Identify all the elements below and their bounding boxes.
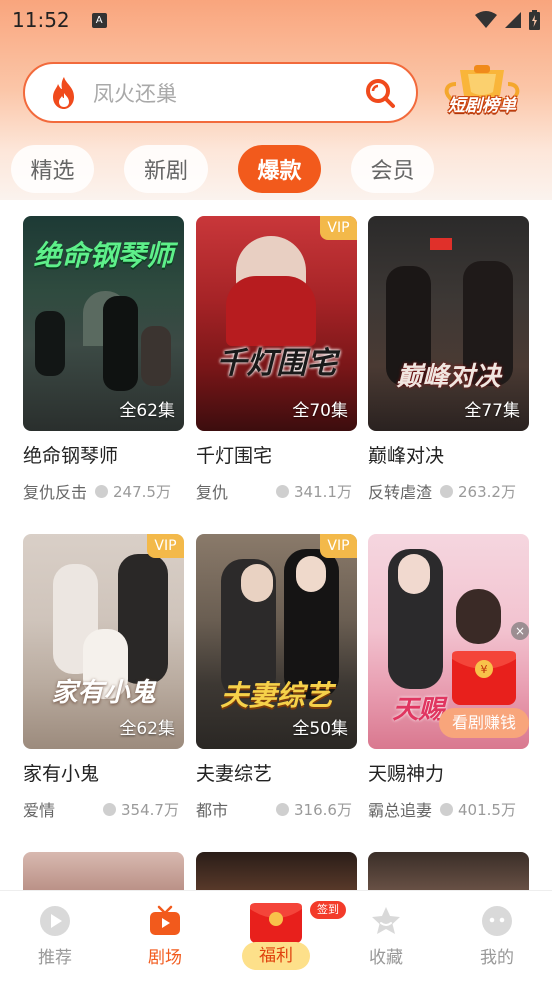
drama-meta: 复仇反击 247.5万 [23,479,184,503]
episode-count: 全77集 [464,401,520,421]
poster-title: 家有小鬼 [51,678,156,708]
nav-item-recommend[interactable]: 推荐 [20,905,90,968]
poster-title: 夫妻综艺 [220,679,333,712]
tab-member[interactable]: 会员 [351,145,434,193]
view-count: 401.5万 [440,799,516,820]
drama-poster[interactable]: 夫妻综艺 VIP 全50集 [196,534,357,749]
view-count: 247.5万 [95,481,171,502]
drama-poster[interactable]: 家有小鬼 VIP 全62集 [23,534,184,749]
drama-title[interactable]: 夫妻综艺 [196,759,357,785]
drama-poster[interactable]: 绝命钢琴师 全62集 [23,216,184,431]
drama-card[interactable]: 家有小鬼 VIP 全62集 家有小鬼 爱情 354.7万 [23,534,184,821]
svg-text:¥: ¥ [481,663,488,676]
profile-icon [482,906,512,936]
view-count-value: 263.2万 [458,482,516,501]
nav-item-theater[interactable]: 剧场 [130,905,200,968]
drama-title[interactable]: 巅峰对决 [368,441,529,467]
drama-tag: 复仇 [196,483,229,502]
battery-icon [529,10,540,30]
status-icons [475,10,540,30]
episode-count: 全62集 [119,401,175,421]
nav-label: 我的 [480,948,514,968]
drama-poster-partial[interactable] [23,852,184,892]
poster-title: 千灯围宅 [216,346,337,381]
vip-badge: VIP [320,534,357,558]
vip-badge: VIP [320,216,357,240]
search-icon[interactable] [364,77,396,109]
tab-hot[interactable]: 爆款 [238,145,321,193]
star-icon [372,907,400,934]
status-bar: 11:52 A [0,0,552,40]
nav-label: 收藏 [369,948,403,968]
drama-card[interactable]: 千灯围宅 VIP 全70集 千灯围宅 复仇 341.1万 [196,216,357,503]
drama-tag: 复仇反击 [23,483,88,502]
poster-title: 绝命钢琴师 [33,239,174,272]
drama-meta: 都市 316.6万 [196,797,357,821]
tab-featured[interactable]: 精选 [11,145,94,193]
red-packet-icon[interactable]: ¥ [450,645,518,707]
status-time: 11:52 [12,8,70,32]
watch-earn-button[interactable]: 看剧赚钱 [439,708,529,738]
episode-count: 全62集 [119,719,175,739]
play-count-icon [276,484,290,498]
notification-a-icon: A [91,12,107,28]
play-count-icon [276,802,290,816]
view-count: 354.7万 [103,799,179,820]
search-input[interactable]: 凤火还巢 [93,78,364,108]
drama-tag: 爱情 [23,801,56,820]
episode-count: 全50集 [292,719,348,739]
play-icon [40,906,70,936]
drama-tag: 反转虐渣 [368,483,433,502]
nav-item-welfare[interactable]: 福利 [242,942,310,970]
drama-meta: 复仇 341.1万 [196,479,357,503]
vip-badge: VIP [147,534,184,558]
poster-title: 巅峰对决 [396,362,501,392]
view-count: 263.2万 [440,481,516,502]
gift-packet-icon[interactable] [248,899,304,945]
drama-tag: 霸总追妻 [368,801,433,820]
nav-label: 推荐 [38,948,72,968]
drama-title[interactable]: 家有小鬼 [23,759,184,785]
close-icon[interactable]: × [511,622,529,640]
view-count-value: 316.6万 [294,800,352,819]
tab-new[interactable]: 新剧 [124,145,208,193]
drama-card[interactable]: 夫妻综艺 VIP 全50集 夫妻综艺 都市 316.6万 [196,534,357,821]
wifi-icon [475,11,497,28]
drama-meta: 反转虐渣 263.2万 [368,479,529,503]
drama-card[interactable]: 绝命钢琴师 全62集 绝命钢琴师 复仇反击 247.5万 [23,216,184,503]
view-count-value: 354.7万 [121,800,179,819]
drama-meta: 霸总追妻 401.5万 [368,797,529,821]
view-count: 316.6万 [276,799,352,820]
drama-title[interactable]: 绝命钢琴师 [23,441,184,467]
fire-icon [53,76,74,109]
play-count-icon [440,802,454,816]
drama-tag: 都市 [196,801,229,820]
view-count-value: 341.1万 [294,482,352,501]
drama-card[interactable]: 巅峰对决 全77集 巅峰对决 反转虐渣 263.2万 [368,216,529,503]
episode-count: 全70集 [292,401,348,421]
view-count-value: 401.5万 [458,800,516,819]
drama-poster-partial[interactable] [368,852,529,892]
drama-poster-partial[interactable] [196,852,357,892]
play-count-icon [440,484,454,498]
drama-meta: 爱情 354.7万 [23,797,184,821]
play-count-icon [95,484,109,498]
drama-title[interactable]: 千灯围宅 [196,441,357,467]
view-count: 341.1万 [276,481,352,502]
nav-item-profile[interactable]: 我的 [462,905,532,968]
drama-poster[interactable]: 巅峰对决 全77集 [368,216,529,431]
rank-list-label[interactable]: 短剧榜单 [438,92,526,120]
sign-in-badge[interactable]: 签到 [310,901,346,919]
nav-label: 剧场 [148,948,182,968]
signal-icon [505,12,521,28]
view-count-value: 247.5万 [113,482,171,501]
tv-icon [150,905,180,935]
drama-title[interactable]: 天赐神力 [368,759,529,785]
nav-item-favorites[interactable]: 收藏 [351,905,421,968]
play-count-icon [103,802,117,816]
search-bar[interactable]: 凤火还巢 [23,62,418,123]
drama-poster[interactable]: 千灯围宅 VIP 全70集 [196,216,357,431]
